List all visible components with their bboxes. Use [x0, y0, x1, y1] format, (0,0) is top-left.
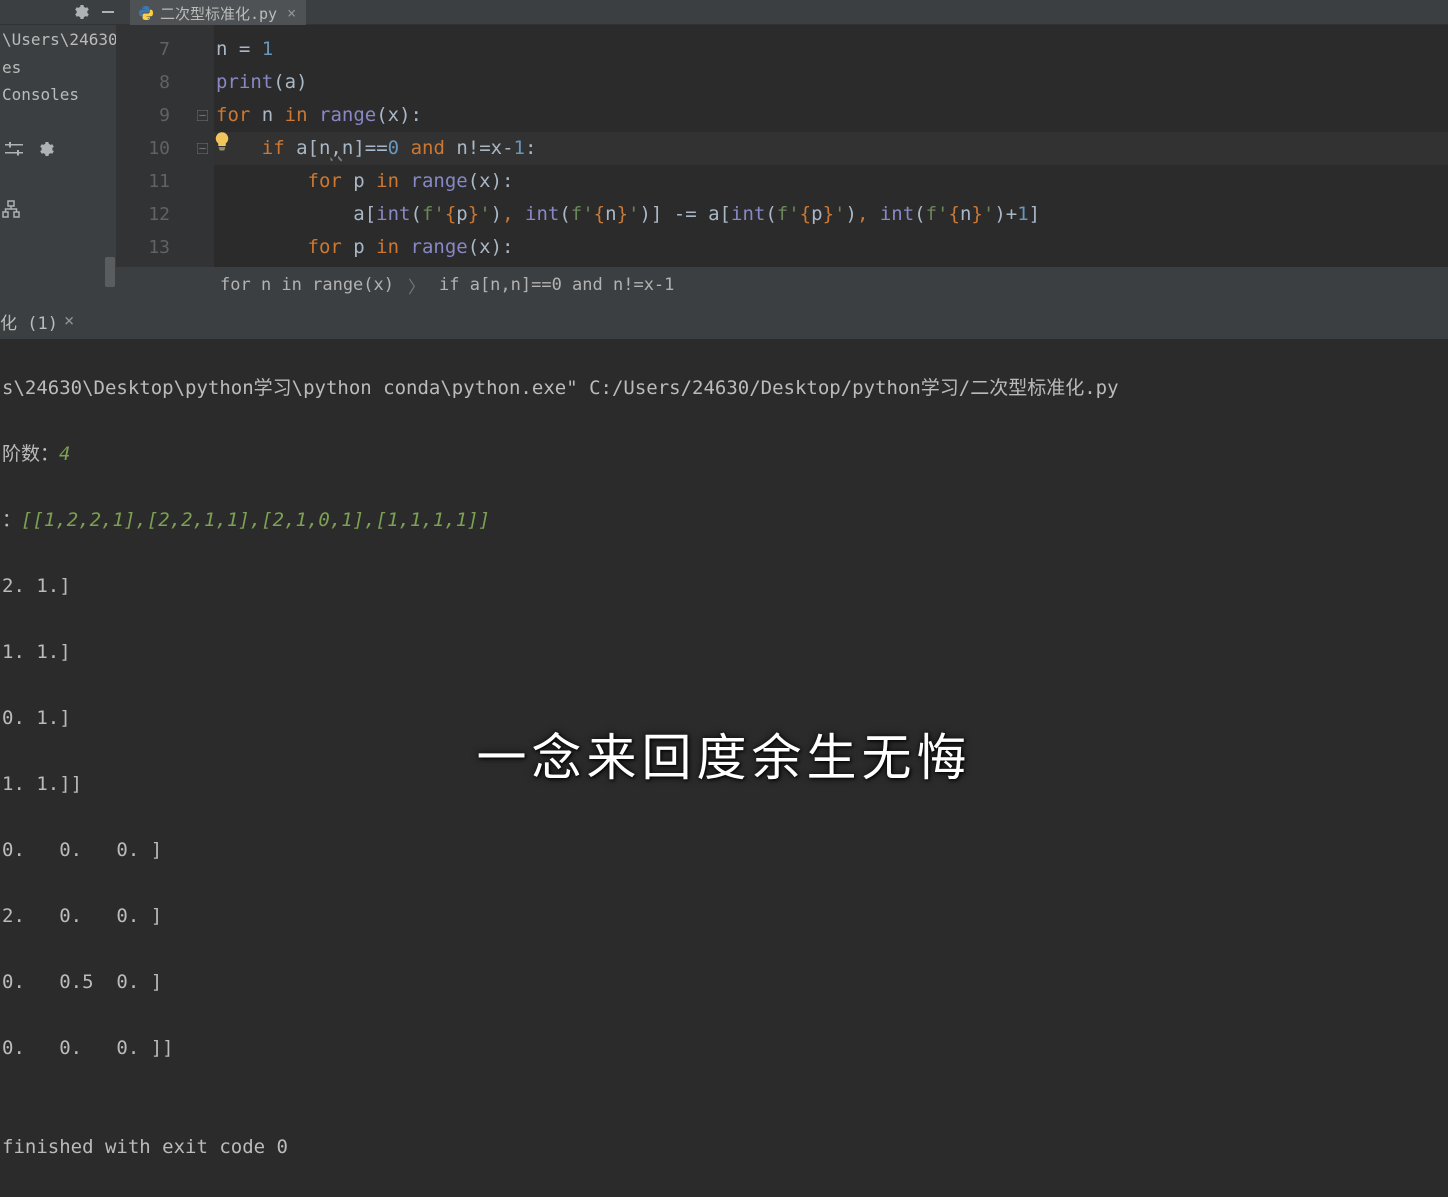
- line-gutter: 7 8 9 10 11 12 13: [116, 25, 190, 267]
- project-sidebar: \Users\24630 es Consoles: [0, 25, 116, 305]
- console-line: 2. 0. 0. ]: [2, 900, 1448, 933]
- console-line: 0. 0. 0. ]]: [2, 1032, 1448, 1065]
- breadcrumb-item[interactable]: for n in range(x): [220, 275, 394, 295]
- editor-tab[interactable]: 二次型标准化.py ×: [130, 0, 306, 25]
- tab-filename: 二次型标准化.py: [160, 3, 277, 24]
- close-icon[interactable]: ×: [287, 4, 296, 22]
- gear-icon[interactable]: [38, 141, 54, 157]
- code-line: print(a): [214, 66, 1448, 99]
- code-line-current: if a[n,n]==0 and n!=x-1:: [214, 132, 1448, 165]
- console-line: 阶数：4: [2, 438, 1448, 471]
- breadcrumb-item[interactable]: if a[n,n]==0 and n!=x-1: [439, 275, 674, 295]
- sidebar-tool-row: [0, 133, 116, 165]
- fold-open-icon[interactable]: [197, 110, 208, 121]
- top-left-icons: [0, 0, 125, 25]
- console-line: finished with exit code 0: [2, 1131, 1448, 1164]
- close-icon[interactable]: ×: [64, 311, 74, 331]
- minimize-icon[interactable]: [101, 5, 115, 19]
- video-subtitle: 一念来回度余生无悔: [0, 718, 1448, 790]
- gear-icon[interactable]: [73, 4, 89, 20]
- project-path[interactable]: \Users\24630: [0, 25, 116, 54]
- sliders-icon[interactable]: [5, 142, 23, 156]
- run-tab-label[interactable]: 化 (1): [0, 309, 58, 334]
- console-line: ：[[1,2,2,1],[2,2,1,1],[2,1,0,1],[1,1,1,1…: [2, 504, 1448, 537]
- sidebar-item-consoles[interactable]: Consoles: [0, 81, 116, 108]
- line-number: 10: [116, 132, 190, 165]
- breadcrumb[interactable]: for n in range(x) 〉 if a[n,n]==0 and n!=…: [116, 267, 1448, 303]
- line-number: 13: [116, 231, 190, 264]
- code-line: for n in range(x):: [214, 99, 1448, 132]
- sidebar-item-es[interactable]: es: [0, 54, 116, 81]
- line-number: 7: [116, 33, 190, 66]
- fold-column: [190, 25, 214, 267]
- line-number: 12: [116, 198, 190, 231]
- code-line: for p in range(x):: [214, 231, 1448, 264]
- top-toolbar: 二次型标准化.py ×: [0, 0, 1448, 25]
- code-area[interactable]: n = 1 print(a) for n in range(x): if a[n…: [214, 25, 1448, 267]
- console-line: 1. 1.]: [2, 636, 1448, 669]
- code-line: for p in range(x):: [214, 165, 1448, 198]
- line-number: 9: [116, 99, 190, 132]
- console-line: 2. 1.]: [2, 570, 1448, 603]
- code-line: n = 1: [214, 33, 1448, 66]
- run-tab-bar: 化 (1) ×: [0, 303, 1448, 339]
- lightbulb-icon[interactable]: [212, 131, 232, 151]
- scrollbar-thumb[interactable]: [105, 257, 115, 287]
- structure-icon[interactable]: [2, 200, 20, 218]
- fold-open-icon[interactable]: [197, 143, 208, 154]
- code-line: a[int(f'{p}'), int(f'{n}')] -= a[int(f'{…: [214, 198, 1448, 231]
- console-line: 0. 0.5 0. ]: [2, 966, 1448, 999]
- chevron-right-icon: 〉: [408, 273, 425, 298]
- line-number: 11: [116, 165, 190, 198]
- line-number: 8: [116, 66, 190, 99]
- code-editor[interactable]: 7 8 9 10 11 12 13 n = 1 print(a) for n i…: [116, 25, 1448, 267]
- console-line: s\24630\Desktop\python学习\python conda\py…: [2, 372, 1448, 405]
- console-line: 0. 0. 0. ]: [2, 834, 1448, 867]
- python-file-icon: [138, 5, 154, 21]
